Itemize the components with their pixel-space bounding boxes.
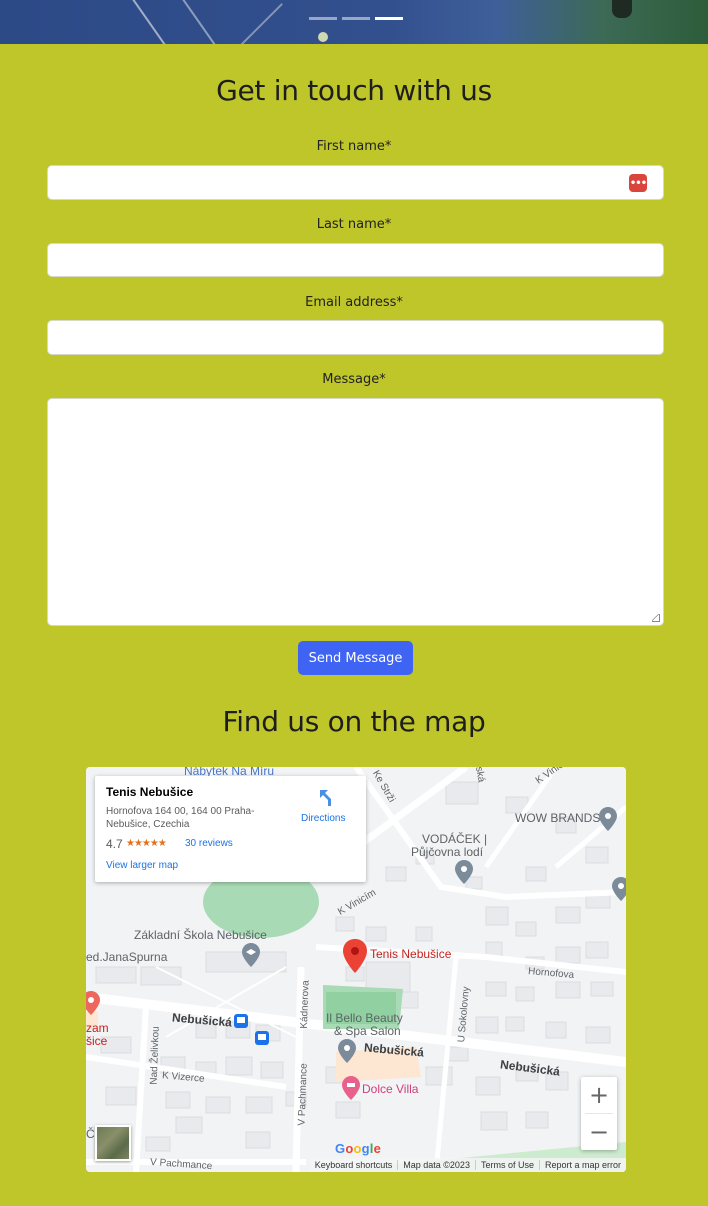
- map-poi-label: WOW BRANDS: [515, 811, 601, 825]
- school-pin-icon[interactable]: [242, 943, 260, 967]
- map-poi-label: Půjčovna lodí: [411, 845, 484, 859]
- place-info-card: Tenis Nebušice Hornofova 164 00, 164 00 …: [95, 776, 366, 882]
- map-poi-label: zam: [86, 1021, 109, 1035]
- carousel-indicator-2[interactable]: [342, 17, 370, 20]
- zoom-in-button[interactable]: +: [581, 1077, 617, 1113]
- poi-pin-icon[interactable]: [612, 877, 626, 901]
- view-larger-map-link[interactable]: View larger map: [106, 860, 178, 871]
- court-line: [239, 3, 283, 44]
- password-manager-icon[interactable]: •••: [629, 174, 647, 192]
- map-attribution: Keyboard shortcuts Map data ©2023 Terms …: [309, 1158, 626, 1172]
- map-street-label: Nad Želivkou: [148, 1026, 162, 1085]
- contact-heading: Get in touch with us: [216, 74, 492, 107]
- directions-link[interactable]: Directions: [301, 813, 345, 824]
- terms-of-use-link[interactable]: Terms of Use: [474, 1160, 539, 1170]
- map-poi-label: ed.JanaSpurna: [86, 950, 168, 964]
- court-line: [180, 0, 222, 44]
- last-name-field[interactable]: [47, 243, 664, 277]
- carousel-indicator-3[interactable]: [375, 17, 403, 20]
- send-message-button[interactable]: Send Message: [298, 641, 413, 675]
- place-rating: 4.7: [106, 837, 123, 851]
- keyboard-shortcuts-link[interactable]: Keyboard shortcuts: [310, 1160, 398, 1170]
- report-map-error-link[interactable]: Report a map error: [538, 1160, 626, 1170]
- zoom-out-button[interactable]: −: [581, 1114, 617, 1150]
- court-line: [130, 0, 172, 44]
- map-poi-label: Il Bello Beauty: [326, 1011, 403, 1025]
- first-name-label: First name*: [316, 139, 392, 154]
- rating-stars-icon: ★★★★★: [126, 838, 167, 849]
- map-place-label: Tenis Nebušice: [370, 947, 452, 961]
- message-textarea[interactable]: [48, 399, 663, 625]
- message-field[interactable]: [47, 398, 664, 626]
- last-name-label: Last name*: [316, 217, 392, 232]
- bus-stop-icon[interactable]: [255, 1031, 269, 1045]
- map-street-label: ská: [473, 767, 487, 784]
- restaurant-pin-icon[interactable]: [86, 991, 100, 1015]
- tennis-ball: [318, 32, 328, 42]
- first-name-field[interactable]: •••: [47, 165, 664, 200]
- zoom-control: + −: [581, 1077, 617, 1150]
- map-poi-label: VODÁČEK |: [422, 832, 488, 846]
- place-pin-icon[interactable]: [343, 939, 367, 973]
- map-street-label: V Pachmance: [296, 1063, 310, 1126]
- bus-stop-icon[interactable]: [234, 1014, 248, 1028]
- place-address: Hornofova 164 00, 164 00 Praha-Nebušice,…: [106, 806, 255, 830]
- reviews-link[interactable]: 30 reviews: [185, 838, 233, 849]
- map-data-text: Map data ©2023: [397, 1160, 475, 1170]
- player-silhouette: [612, 0, 632, 18]
- carousel-indicator-1[interactable]: [309, 17, 337, 20]
- map-heading: Find us on the map: [222, 705, 486, 738]
- directions-icon[interactable]: [317, 788, 337, 808]
- poi-pin-icon[interactable]: [599, 807, 617, 831]
- email-input[interactable]: [48, 321, 663, 354]
- google-logo: Google: [335, 1141, 382, 1156]
- map-poi-label: Dolce Villa: [362, 1082, 419, 1096]
- google-map[interactable]: Nábytek Na Míru Ke Strži ská K Vinici WO…: [86, 767, 626, 1172]
- satellite-toggle[interactable]: [95, 1125, 131, 1161]
- last-name-input[interactable]: [48, 244, 663, 276]
- poi-pin-icon[interactable]: [455, 860, 473, 884]
- resize-grip-icon[interactable]: [652, 614, 660, 622]
- map-poi-label: šice: [86, 1034, 108, 1048]
- email-label: Email address*: [305, 295, 403, 310]
- place-name: Tenis Nebušice: [106, 785, 194, 799]
- message-label: Message*: [322, 372, 386, 387]
- hotel-pin-icon[interactable]: [342, 1076, 360, 1100]
- map-poi-label: & Spa Salon: [334, 1024, 401, 1038]
- poi-pin-icon[interactable]: [338, 1039, 356, 1063]
- email-field[interactable]: [47, 320, 664, 355]
- hero-carousel: [0, 0, 708, 44]
- carousel-indicators: [309, 17, 403, 20]
- map-street-label: Kádnerova: [298, 980, 312, 1029]
- first-name-input[interactable]: [48, 166, 663, 199]
- map-poi-label: Základní Škola Nebušice: [134, 928, 267, 942]
